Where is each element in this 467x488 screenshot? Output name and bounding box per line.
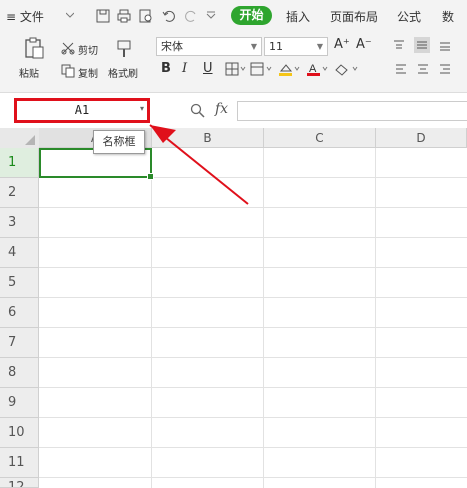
annotation-arrow [149,124,249,205]
